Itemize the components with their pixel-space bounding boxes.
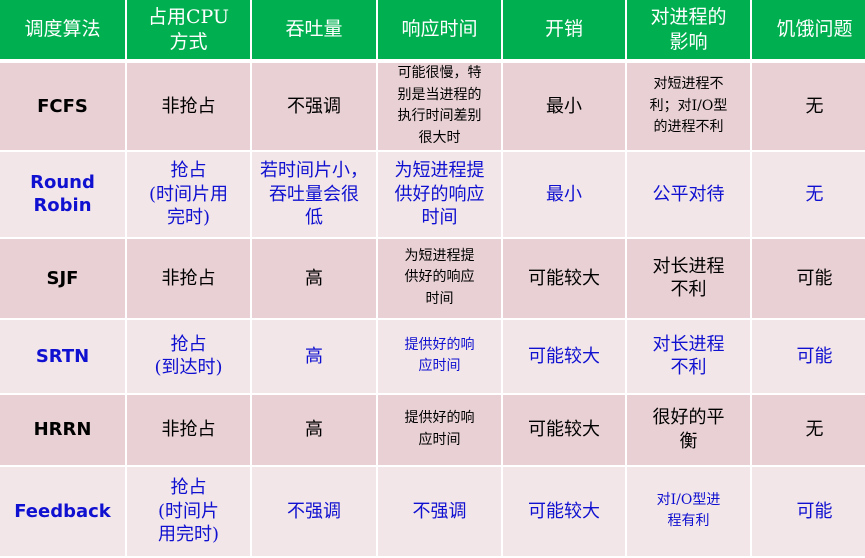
table-row: Feedback 抢占 (时间片 用完时) 不强调 不强调 可能较大 对I/O型进 程有利… (0, 466, 865, 556)
header-throughput: 吞吐量 (252, 0, 376, 61)
cell-response-time: 可能很慢，特 别是当进程的 执行时间差别 很大时 (378, 63, 501, 150)
cell-effect: 对长进程 不利 (627, 238, 750, 318)
table-row: FCFS 非抢占 不强调 可能很慢，特 别是当进程的 执行时间差别 很大时 最小 对短进程… (0, 63, 865, 150)
cell-response-time: 为短进程提 供好的响应 时间 (378, 238, 501, 318)
cell-effect: 对长进程 不利 (627, 319, 750, 393)
header-response-time: 响应时间 (378, 0, 501, 61)
cell-effect: 公平对待 (627, 151, 750, 237)
cell-overhead: 最小 (503, 63, 625, 150)
cell-response-time: 不强调 (378, 466, 501, 556)
cell-throughput: 若时间片小， 吞吐量会很 低 (252, 151, 376, 237)
cell-algorithm: Feedback (0, 466, 125, 556)
cell-cpu-mode: 抢占 (时间片 用完时) (127, 466, 250, 556)
cell-starvation: 无 (752, 63, 865, 150)
cell-effect: 对I/O型进 程有利 (627, 466, 750, 556)
table-row: Round Robin 抢占 (时间片用 完时) 若时间片小， 吞吐量会很 低为短进… (0, 151, 865, 237)
cell-throughput: 高 (252, 238, 376, 318)
cell-effect: 对短进程不 利；对I/O型 的进程不利 (627, 63, 750, 150)
cell-overhead: 可能较大 (503, 319, 625, 393)
cell-cpu-mode: 抢占 (到达时) (127, 319, 250, 393)
scheduling-comparison-table: 调度算法 占用CPU 方式 吞吐量 响应时间 开销 对进程的 影响 饥饿问题 F… (0, 0, 865, 558)
header-row: 调度算法 占用CPU 方式 吞吐量 响应时间 开销 对进程的 影响 饥饿问题 (0, 0, 865, 61)
cell-cpu-mode: 抢占 (时间片用 完时) (127, 151, 250, 237)
cell-algorithm: HRRN (0, 394, 125, 465)
cell-starvation: 可能 (752, 466, 865, 556)
cell-throughput: 高 (252, 394, 376, 465)
cell-response-time: 为短进程提 供好的响应 时间 (378, 151, 501, 237)
cell-throughput: 不强调 (252, 63, 376, 150)
cell-algorithm: FCFS (0, 63, 125, 150)
table-row: SRTN 抢占 (到达时) 高提供好的响 应时间 可能较大 对长进程 不利 可能 (0, 319, 865, 393)
header-starvation: 饥饿问题 (752, 0, 865, 61)
cell-overhead: 最小 (503, 151, 625, 237)
table-row: HRRN 非抢占高提供好的响 应时间 可能较大 很好的平 衡无 (0, 394, 865, 465)
cell-overhead: 可能较大 (503, 394, 625, 465)
cell-response-time: 提供好的响 应时间 (378, 394, 501, 465)
cell-throughput: 高 (252, 319, 376, 393)
cell-starvation: 无 (752, 394, 865, 465)
cell-overhead: 可能较大 (503, 466, 625, 556)
cell-overhead: 可能较大 (503, 238, 625, 318)
cell-starvation: 可能 (752, 319, 865, 393)
header-algorithm: 调度算法 (0, 0, 125, 61)
cell-cpu-mode: 非抢占 (127, 394, 250, 465)
cell-algorithm: SRTN (0, 319, 125, 393)
cell-algorithm: SJF (0, 238, 125, 318)
cell-effect: 很好的平 衡 (627, 394, 750, 465)
cell-response-time: 提供好的响 应时间 (378, 319, 501, 393)
cell-cpu-mode: 非抢占 (127, 238, 250, 318)
cell-throughput: 不强调 (252, 466, 376, 556)
table-row: SJF 非抢占高为短进程提 供好的响应 时间 可能较大 对长进程 不利 可能 (0, 238, 865, 318)
header-effect: 对进程的 影响 (627, 0, 750, 61)
cell-starvation: 可能 (752, 238, 865, 318)
header-overhead: 开销 (503, 0, 625, 61)
cell-cpu-mode: 非抢占 (127, 63, 250, 150)
cell-algorithm: Round Robin (0, 151, 125, 237)
header-cpu-mode: 占用CPU 方式 (127, 0, 250, 61)
cell-starvation: 无 (752, 151, 865, 237)
